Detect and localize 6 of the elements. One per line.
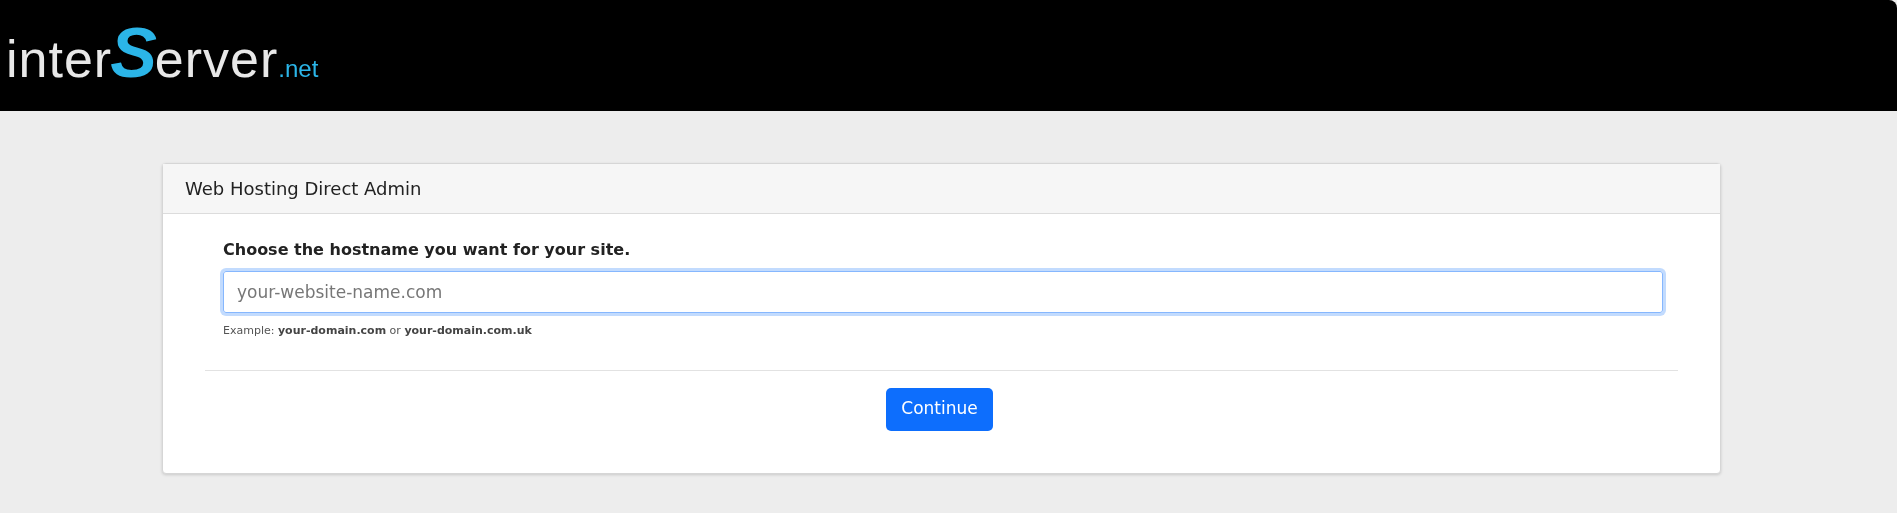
card-title: Web Hosting Direct Admin <box>185 177 422 201</box>
field-label: Choose the hostname you want for your site. <box>223 239 632 261</box>
hostname-input-field[interactable]: your-website-name.com <box>223 271 1663 313</box>
help-text: Example: your-domain.com or your-domain.com.uk <box>223 323 533 339</box>
logo[interactable]: interServer.net <box>6 18 319 88</box>
continue-button[interactable]: Continue <box>886 387 993 431</box>
